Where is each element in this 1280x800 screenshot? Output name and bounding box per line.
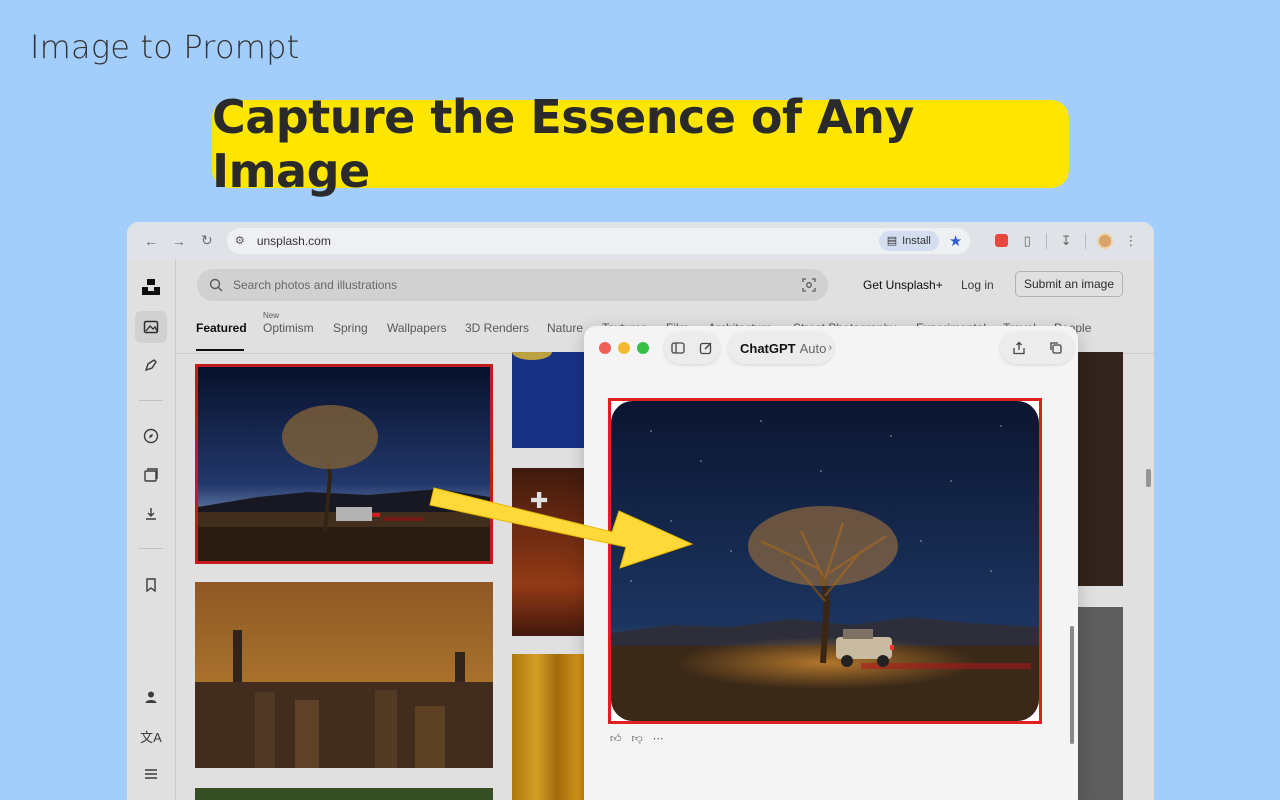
sidebar-divider	[139, 548, 163, 549]
new-badge: New	[263, 311, 280, 320]
app-title: Image to Prompt	[30, 28, 300, 66]
chevron-right-icon: ›	[828, 342, 833, 354]
bookmark-star-icon[interactable]: ★	[949, 232, 962, 250]
site-settings-icon[interactable]: ⚙	[235, 234, 249, 248]
share-group	[1000, 332, 1074, 364]
more-options-icon[interactable]: ⋯	[653, 732, 664, 745]
message-actions: 👍︎ 👎︎ ⋯	[610, 732, 664, 745]
url-text: unsplash.com	[256, 233, 331, 248]
thumbs-up-icon[interactable]: 👍︎	[610, 732, 622, 745]
close-window-icon[interactable]	[599, 342, 611, 354]
photo-interior-chairs[interactable]	[1078, 352, 1123, 586]
tab-spring[interactable]: Spring	[333, 321, 368, 335]
forward-icon[interactable]: →	[165, 227, 193, 255]
submit-image-button[interactable]: Submit an image	[1015, 271, 1123, 297]
photo-yellow-stripes[interactable]	[512, 654, 594, 800]
chatgpt-title: ChatGPT	[740, 340, 796, 356]
extension-icon[interactable]	[988, 234, 1014, 247]
chatgpt-window: ChatGPT Auto › 👍︎ 👎︎ ⋯	[584, 326, 1078, 800]
install-icon: ▤	[886, 235, 898, 247]
user-icon[interactable]	[135, 681, 167, 713]
illustrations-pen-icon[interactable]	[135, 349, 167, 381]
back-icon[interactable]: ←	[137, 227, 165, 255]
tab-3d-renders[interactable]: 3D Renders	[465, 321, 529, 335]
tree-night-photo	[611, 401, 1039, 721]
hamburger-menu-icon[interactable]	[135, 758, 167, 790]
install-label: Install	[902, 234, 931, 247]
photo-tree-night-selected[interactable]	[195, 364, 493, 564]
minimize-window-icon[interactable]	[618, 342, 630, 354]
sidebar-compose-group	[664, 332, 720, 364]
new-chat-icon[interactable]	[692, 334, 720, 362]
sidebar-divider	[139, 400, 163, 401]
tab-nature[interactable]: Nature	[547, 321, 583, 335]
photo-city-sunset[interactable]	[195, 582, 493, 768]
photo-blue-abstract[interactable]	[512, 352, 594, 448]
photos-icon[interactable]	[135, 311, 167, 343]
headline-text: Capture the Essence of Any Image	[212, 90, 914, 198]
install-button[interactable]: ▤ Install	[878, 230, 939, 251]
toggle-sidebar-icon[interactable]	[664, 334, 692, 362]
tab-wallpapers[interactable]: Wallpapers	[387, 321, 447, 335]
model-selector[interactable]: ChatGPT Auto ›	[728, 332, 834, 364]
bookmark-icon[interactable]	[135, 569, 167, 601]
unsplash-sidebar: 文A	[127, 259, 176, 800]
menu-kebab-icon[interactable]: ⋮	[1118, 233, 1144, 249]
tab-optimism[interactable]: Optimism	[263, 321, 314, 335]
download-tray-icon[interactable]	[135, 498, 167, 530]
thumbs-down-icon[interactable]: 👎︎	[632, 732, 643, 745]
translate-icon[interactable]: 文A	[135, 720, 167, 752]
puzzle-icon[interactable]: ▯	[1014, 233, 1040, 249]
search-bar[interactable]: Search photos and illustrations	[197, 269, 828, 301]
unsplash-logo-icon[interactable]	[135, 271, 167, 303]
explore-compass-icon[interactable]	[135, 420, 167, 452]
uploaded-image-highlighted[interactable]	[608, 398, 1042, 724]
search-icon	[209, 278, 223, 292]
headline-banner: Capture the Essence of Any Image	[212, 90, 1069, 198]
visual-search-icon[interactable]	[802, 278, 816, 292]
get-unsplash-plus-link[interactable]: Get Unsplash+	[863, 278, 943, 292]
toolbar-divider	[1046, 232, 1048, 249]
profile-avatar[interactable]	[1092, 232, 1118, 249]
photo-orange-desert[interactable]: ✚	[512, 468, 594, 636]
share-icon[interactable]	[1005, 334, 1033, 362]
chat-scrollbar[interactable]	[1070, 626, 1074, 744]
active-tab-indicator	[196, 349, 244, 351]
login-link[interactable]: Log in	[961, 278, 994, 292]
maximize-window-icon[interactable]	[637, 342, 649, 354]
reload-icon[interactable]: ↻	[193, 227, 221, 255]
collections-icon[interactable]	[135, 459, 167, 491]
page-scrollbar[interactable]	[1146, 469, 1151, 487]
download-icon[interactable]: ↧	[1053, 233, 1079, 249]
popout-window-icon[interactable]	[1042, 334, 1070, 362]
plus-logo-icon: ✚	[530, 488, 549, 513]
toolbar-divider	[1085, 232, 1087, 249]
search-input[interactable]: Search photos and illustrations	[233, 278, 792, 292]
photo-greenery[interactable]	[195, 788, 493, 800]
photo-street-bw[interactable]	[1078, 607, 1123, 800]
tab-featured[interactable]: Featured	[196, 321, 247, 335]
browser-toolbar: ← → ↻ ⚙ unsplash.com ▤ Install ★ ▯ ↧ ⋮	[127, 222, 1154, 259]
address-bar[interactable]: ⚙ unsplash.com ▤ Install ★	[226, 227, 971, 254]
